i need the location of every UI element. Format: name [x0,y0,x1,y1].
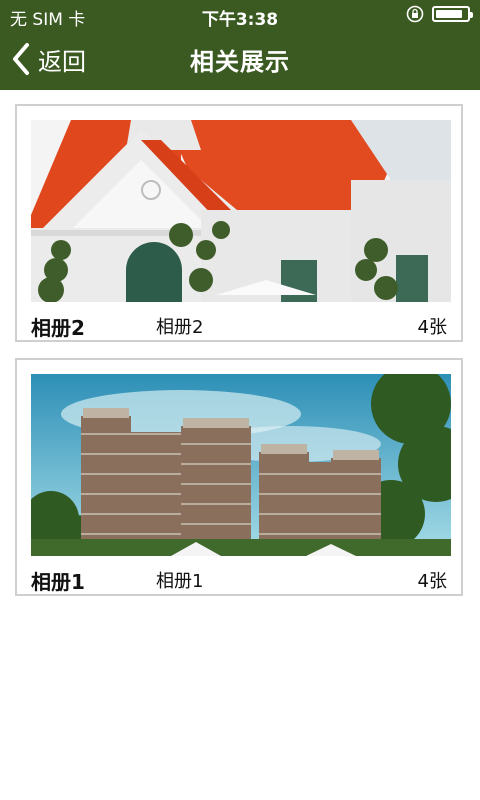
album-card-1[interactable]: 相册1 相册1 4张 [15,358,463,596]
status-indicators [406,5,473,23]
page-title: 相关展示 [190,48,290,76]
album-cover-house [31,120,451,302]
album-info-row: 相册1 相册1 4张 [31,564,447,596]
orientation-lock-icon [406,5,424,23]
album-name: 相册2 [31,315,85,340]
album-cover-apartments [31,374,451,556]
house-photo [31,120,451,302]
album-photo-count: 4张 [417,317,447,338]
apartments-photo [31,374,451,556]
album-card-2[interactable]: 相册2 相册2 4张 [15,104,463,342]
album-subtitle: 相册1 [156,571,204,592]
album-name: 相册1 [31,569,85,594]
top-bar: 无 SIM 卡 下午3:38 返回 相关展示 [0,0,480,90]
album-photo-count: 4张 [417,571,447,592]
nav-bar: 返回 相关展示 [0,30,480,90]
album-info-row: 相册2 相册2 4张 [31,310,447,342]
album-subtitle: 相册2 [156,317,204,338]
battery-icon [432,6,473,22]
battery-level [436,10,462,18]
status-bar: 无 SIM 卡 下午3:38 [0,0,480,30]
